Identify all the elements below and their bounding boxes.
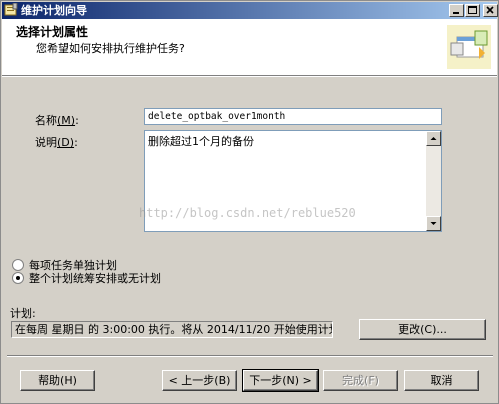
- back-button[interactable]: < 上一步(B): [162, 370, 237, 391]
- schedule-label: 计划:: [10, 307, 36, 320]
- app-icon: [4, 2, 18, 17]
- change-schedule-button[interactable]: 更改(C)...: [359, 319, 486, 340]
- maximize-icon: [468, 6, 477, 14]
- close-icon: [486, 6, 494, 14]
- description-text: 删除超过1个月的备份: [148, 135, 254, 148]
- scroll-up-button[interactable]: [426, 131, 441, 146]
- help-button[interactable]: 帮助(H): [20, 370, 95, 391]
- page-subtitle: 您希望如何安排执行维护任务?: [36, 42, 185, 55]
- name-field[interactable]: delete_optbak_over1month: [144, 108, 442, 125]
- radio-button-single[interactable]: [12, 272, 24, 284]
- scroll-down-button[interactable]: [426, 216, 441, 231]
- scroll-down-icon: [430, 222, 437, 225]
- maximize-button[interactable]: [465, 4, 480, 17]
- window-title: 维护计划向导: [21, 4, 87, 17]
- description-scrollbar[interactable]: [426, 131, 441, 231]
- scroll-up-icon: [430, 137, 437, 140]
- cancel-button[interactable]: 取消: [404, 370, 479, 391]
- title-bar[interactable]: 维护计划向导: [2, 2, 498, 19]
- name-label: 名称(M):: [35, 114, 79, 127]
- radio-single-schedule[interactable]: 整个计划统筹安排或无计划: [12, 271, 161, 285]
- close-button[interactable]: [483, 4, 498, 17]
- page-title: 选择计划属性: [16, 25, 89, 39]
- footer-divider: [7, 355, 493, 357]
- radio-single-label: 整个计划统筹安排或无计划: [29, 272, 161, 285]
- description-field[interactable]: 删除超过1个月的备份: [144, 130, 442, 232]
- radio-button-separate[interactable]: [12, 259, 24, 271]
- wizard-graphic-icon: [447, 25, 491, 69]
- finish-button[interactable]: 完成(F): [323, 370, 398, 391]
- minimize-button[interactable]: [449, 4, 464, 17]
- description-label: 说明(D):: [35, 136, 78, 149]
- schedule-description: 在每周 星期日 的 3:00:00 执行。将从 2014/11/20 开始使用计…: [11, 321, 333, 338]
- minimize-icon: [453, 12, 459, 14]
- wizard-window: 维护计划向导 选择计划属性 您希望如何安排执行维护任务? 名称(M): dele…: [0, 0, 499, 404]
- wizard-header: 选择计划属性 您希望如何安排执行维护任务?: [2, 19, 497, 76]
- next-button[interactable]: 下一步(N) >: [242, 369, 319, 392]
